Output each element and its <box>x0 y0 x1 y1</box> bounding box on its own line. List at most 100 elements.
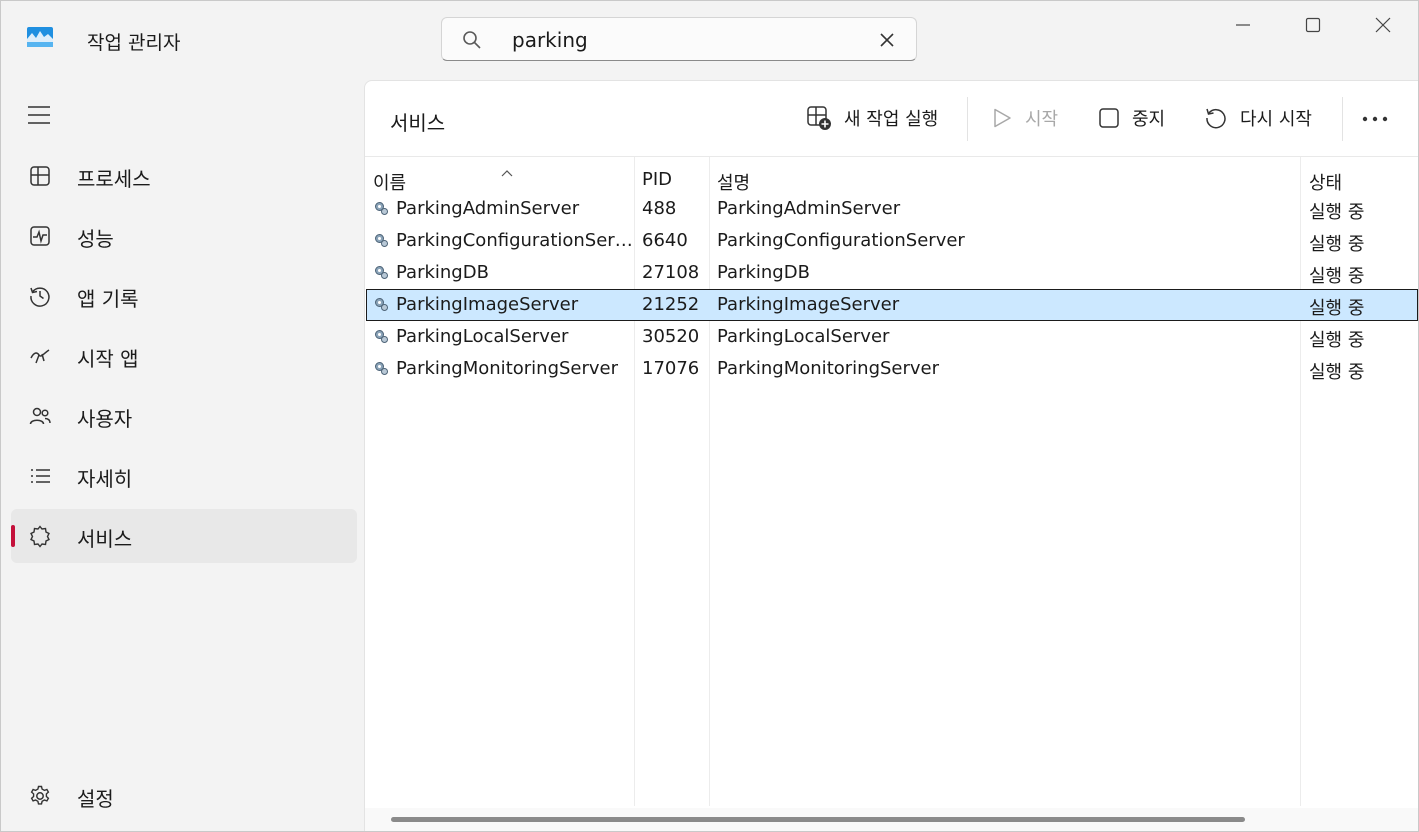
service-status: 실행 중 <box>1309 298 1365 319</box>
clear-search-icon[interactable] <box>878 31 896 49</box>
users-icon <box>29 407 51 425</box>
service-name: ParkingDB <box>396 262 489 283</box>
close-button[interactable] <box>1360 9 1406 41</box>
service-status: 실행 중 <box>1309 266 1365 287</box>
service-status: 실행 중 <box>1309 330 1365 351</box>
service-description: ParkingMonitoringServer <box>717 358 940 379</box>
task-manager-logo-icon <box>27 27 53 47</box>
column-header-description[interactable]: 설명 <box>717 169 750 195</box>
sidebar-item-app-history[interactable]: 앱 기록 <box>11 269 357 323</box>
table-header: 이름 PID 설명 상태 <box>365 156 1418 195</box>
startup-icon <box>30 349 50 364</box>
stop-button[interactable]: 중지 <box>1098 101 1165 135</box>
service-status: 실행 중 <box>1309 362 1365 383</box>
start-label: 시작 <box>1025 109 1059 130</box>
toolbar-divider <box>967 97 968 141</box>
page-title: 서비스 <box>390 111 446 135</box>
column-header-pid[interactable]: PID <box>642 169 672 190</box>
minimize-button[interactable] <box>1220 9 1266 41</box>
search-icon <box>463 31 481 49</box>
restart-icon <box>1206 108 1226 129</box>
sidebar-item-label: 앱 기록 <box>77 287 139 311</box>
service-pid: 30520 <box>642 326 700 347</box>
sidebar-item-services[interactable]: 서비스 <box>11 509 357 563</box>
hamburger-menu-icon[interactable] <box>27 104 51 126</box>
service-gear-icon <box>375 330 388 343</box>
horizontal-scrollbar-thumb[interactable] <box>391 817 1245 822</box>
more-options-button[interactable] <box>1355 105 1395 133</box>
stop-label: 중지 <box>1132 109 1166 130</box>
sidebar-item-label: 시작 앱 <box>77 347 139 371</box>
maximize-button[interactable] <box>1290 9 1336 41</box>
restart-button[interactable]: 다시 시작 <box>1204 101 1312 135</box>
service-name: ParkingImageServer <box>396 294 579 315</box>
sidebar-item-label: 서비스 <box>77 527 133 551</box>
service-name: ParkingLocalServer <box>396 326 569 347</box>
active-indicator <box>11 525 15 547</box>
app-title: 작업 관리자 <box>87 32 181 54</box>
service-pid: 488 <box>642 198 677 219</box>
service-description: ParkingImageServer <box>717 294 900 315</box>
table-row[interactable]: ParkingAdminServer 488 ParkingAdminServe… <box>366 193 1418 225</box>
column-header-name[interactable]: 이름 <box>373 169 628 195</box>
table-row[interactable]: ParkingMonitoringServer 17076 ParkingMon… <box>366 353 1418 385</box>
service-pid: 6640 <box>642 230 688 251</box>
sidebar-item-settings[interactable]: 설정 <box>11 769 357 823</box>
toolbar-divider <box>1342 97 1343 141</box>
history-icon <box>30 287 50 307</box>
service-pid: 27108 <box>642 262 700 283</box>
sidebar-item-users[interactable]: 사용자 <box>11 389 357 443</box>
processes-icon <box>30 166 50 186</box>
service-gear-icon <box>375 202 388 215</box>
sidebar-item-processes[interactable]: 프로세스 <box>11 149 357 203</box>
service-pid: 21252 <box>642 294 700 315</box>
details-icon <box>31 469 50 483</box>
table-row-selected[interactable]: ParkingImageServer 21252 ParkingImageSer… <box>366 289 1418 321</box>
close-icon <box>1375 17 1391 33</box>
service-name: ParkingMonitoringServer <box>396 358 619 379</box>
table-row[interactable]: ParkingLocalServer 30520 ParkingLocalSer… <box>366 321 1418 353</box>
service-status: 실행 중 <box>1309 202 1365 223</box>
sidebar-item-label: 프로세스 <box>77 167 151 191</box>
service-gear-icon <box>375 234 388 247</box>
search-input[interactable] <box>510 26 864 54</box>
table-row[interactable]: ParkingDB 27108 ParkingDB 실행 중 <box>366 257 1418 289</box>
new-task-icon <box>807 106 831 130</box>
minimize-icon <box>1236 24 1250 26</box>
service-gear-icon <box>375 266 388 279</box>
play-icon <box>994 108 1011 128</box>
sidebar-item-label: 사용자 <box>77 407 133 431</box>
service-status: 실행 중 <box>1309 234 1365 255</box>
start-button[interactable]: 시작 <box>991 101 1058 135</box>
sort-ascending-icon <box>501 170 513 177</box>
run-new-task-label: 새 작업 실행 <box>844 109 939 130</box>
sidebar-item-performance[interactable]: 성능 <box>11 209 357 263</box>
sidebar-item-startup-apps[interactable]: 시작 앱 <box>11 329 357 383</box>
search-box[interactable] <box>441 17 917 61</box>
maximize-icon <box>1305 17 1321 33</box>
stop-icon <box>1099 108 1119 128</box>
settings-label: 설정 <box>77 787 114 811</box>
more-icon <box>1362 116 1388 122</box>
task-manager-window: 작업 관리자 프로세스 <box>0 0 1419 832</box>
run-new-task-button[interactable]: 새 작업 실행 <box>806 101 938 135</box>
service-description: ParkingLocalServer <box>717 326 890 347</box>
performance-icon <box>30 226 50 246</box>
service-gear-icon <box>375 298 388 311</box>
table-row[interactable]: ParkingConfigurationServer 6640 ParkingC… <box>366 225 1418 257</box>
service-pid: 17076 <box>642 358 700 379</box>
service-description: ParkingDB <box>717 262 810 283</box>
sidebar-item-label: 성능 <box>77 227 114 251</box>
sidebar-item-label: 자세히 <box>77 467 133 491</box>
restart-label: 다시 시작 <box>1240 109 1312 130</box>
sidebar-item-details[interactable]: 자세히 <box>11 449 357 503</box>
column-header-status[interactable]: 상태 <box>1309 169 1342 195</box>
service-description: ParkingConfigurationServer <box>717 230 965 251</box>
service-description: ParkingAdminServer <box>717 198 901 219</box>
services-panel: 서비스 새 작업 실행 시작 중지 다시 시작 이름 PID 설명 상태 Par… <box>364 80 1418 831</box>
column-header-name-label: 이름 <box>373 173 407 194</box>
service-name: ParkingConfigurationServer <box>396 230 634 251</box>
gear-icon <box>30 785 50 805</box>
services-icon <box>30 525 50 548</box>
service-name: ParkingAdminServer <box>396 198 580 219</box>
